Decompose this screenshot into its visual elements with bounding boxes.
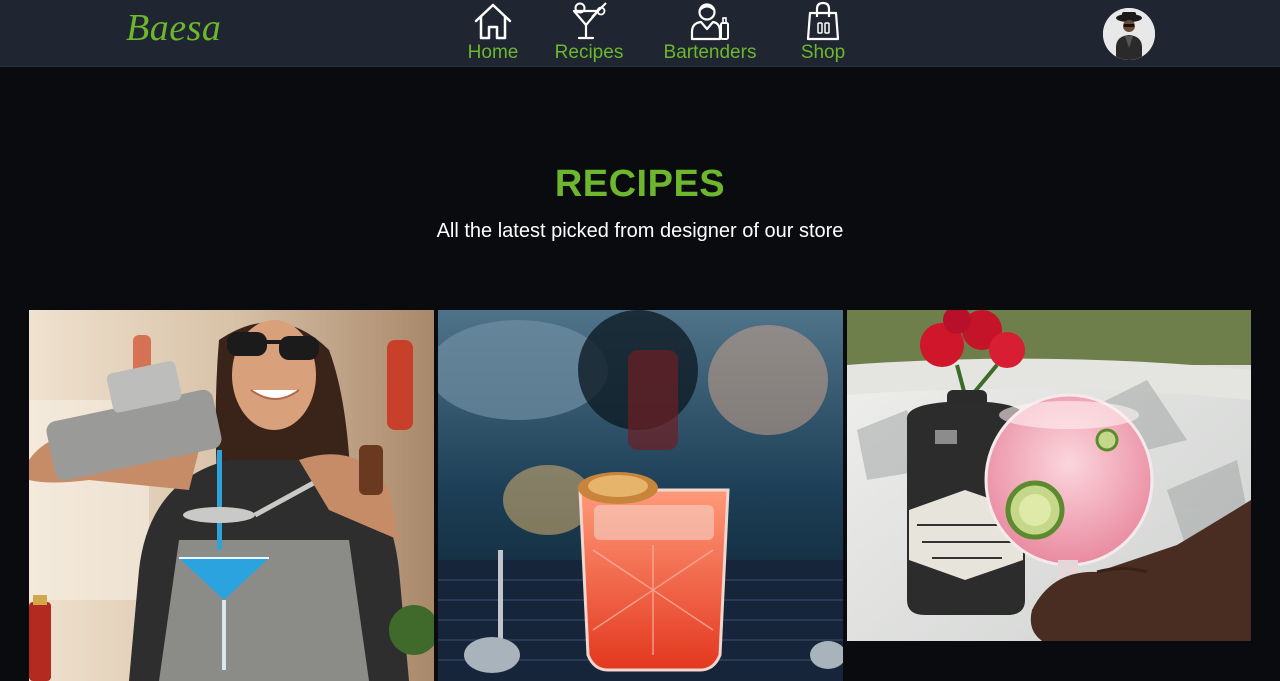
recipe-image-gin-tonic	[847, 310, 1251, 641]
nav-label-shop: Shop	[800, 42, 846, 63]
user-avatar[interactable]	[1103, 8, 1155, 60]
nav-item-home[interactable]: Home	[462, 0, 524, 67]
page-title: RECIPES	[554, 163, 726, 205]
shopping-bag-icon	[806, 1, 840, 41]
recipe-card-1[interactable]	[29, 310, 434, 681]
recipe-card-3[interactable]	[847, 310, 1251, 641]
nav-label-recipes: Recipes	[554, 42, 624, 63]
recipe-image-red-cocktail	[438, 310, 843, 681]
nav-item-shop[interactable]: Shop	[798, 0, 848, 67]
page-subtitle: All the latest picked from designer of o…	[436, 220, 844, 242]
brand-logo[interactable]: Baesa	[126, 6, 221, 50]
nav-label-home: Home	[467, 42, 519, 63]
nav-item-bartenders[interactable]: Bartenders	[660, 0, 760, 67]
nav-item-recipes[interactable]: Recipes	[553, 0, 625, 67]
home-icon	[474, 3, 512, 40]
bartender-icon	[690, 3, 729, 41]
top-navbar: Baesa Home Recipes Bartenders Shop	[0, 0, 1280, 67]
recipe-card-2[interactable]	[438, 310, 843, 681]
nav-label-bartenders: Bartenders	[663, 42, 757, 63]
avatar-image	[1103, 8, 1155, 60]
recipe-image-bartender	[29, 310, 434, 681]
cocktail-icon	[572, 2, 607, 40]
